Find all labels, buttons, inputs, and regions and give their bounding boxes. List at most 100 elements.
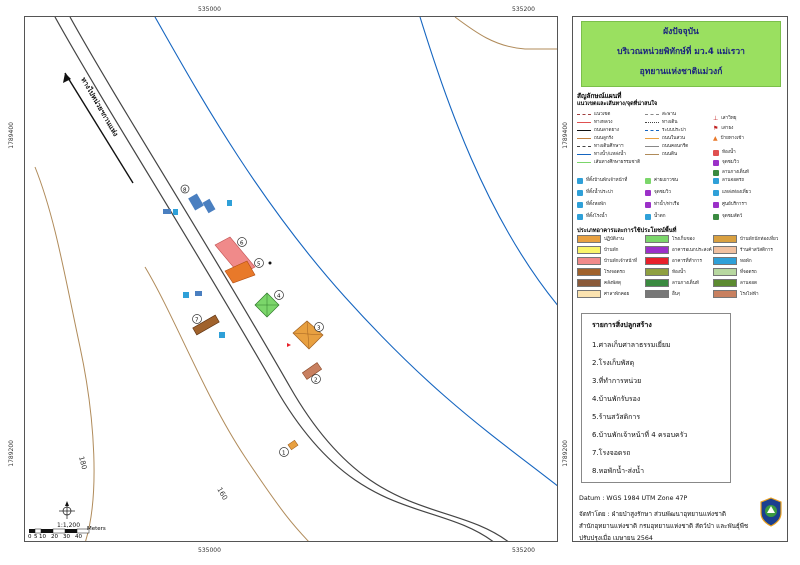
legend-point-item: ที่ตั้งโรงน้ำ bbox=[577, 213, 607, 220]
usage-swatch bbox=[713, 257, 737, 265]
buildings-list-item: 7.โรงจอดรถ bbox=[592, 449, 631, 457]
usage-label: ศาลาพักคอย bbox=[604, 291, 630, 297]
coord-top: 535200 bbox=[512, 6, 535, 13]
viewpoint-icon bbox=[645, 189, 651, 196]
usage-swatch bbox=[577, 279, 601, 287]
map-canvas[interactable]: ทางไปหน่วยฯกานแห่ง 180 160 8 6 5 4 3 2 7… bbox=[25, 17, 558, 542]
usage-label: บ้านพักเจ้าหน้าที่ bbox=[604, 258, 638, 264]
road-edge bbox=[69, 17, 509, 541]
coord-right: 1789400 bbox=[562, 122, 569, 149]
marker-1-label: 1 bbox=[282, 451, 286, 457]
usage-legend-item: คลังพัสดุ bbox=[577, 279, 621, 287]
legend-point-item: ลานจอดรถ bbox=[713, 177, 744, 184]
legend-point-item: จุดชมวิว bbox=[713, 159, 739, 166]
stream-line bbox=[154, 17, 557, 487]
marker-6-label: 6 bbox=[240, 241, 244, 247]
usage-label: หอพัก bbox=[740, 258, 752, 264]
legend-point-item: น้ำตก bbox=[645, 213, 665, 220]
contour-line bbox=[34, 166, 95, 541]
legend-point-item: ศูนย์บริการฯ bbox=[713, 201, 747, 208]
usage-label: โรงไฟฟ้า bbox=[740, 291, 759, 297]
usage-legend-item: ร้านค้าสวัสดิการ bbox=[713, 246, 773, 254]
youth-camp-icon bbox=[645, 177, 651, 184]
usage-label: อื่นๆ bbox=[672, 291, 681, 297]
usage-swatch bbox=[577, 268, 601, 276]
legend-line-item: ถนนลาดยาง bbox=[577, 127, 619, 134]
flag-icon bbox=[287, 343, 291, 347]
coord-right: 1789200 bbox=[562, 440, 569, 467]
building-8-group[interactable]: 8 bbox=[163, 184, 232, 215]
legend-point-item: ⚑ เสาธง bbox=[713, 125, 734, 132]
marker-2-label: 2 bbox=[314, 378, 318, 384]
legend-point-item: ลานกางเต็นท์ bbox=[713, 169, 749, 176]
map-title-box: ผังปัจจุบัน บริเวณหน่วยพิทักษ์ที่ มว.4 แ… bbox=[581, 21, 781, 87]
made-by-text: จัดทำโดย : ฝ่ายป่าสูงรักษา ส่วนพัฒนาอุทย… bbox=[579, 511, 727, 518]
contour-line bbox=[454, 17, 557, 50]
building-7-group[interactable]: 7 bbox=[192, 314, 226, 339]
usage-swatch bbox=[645, 268, 669, 276]
parking-icon bbox=[713, 177, 719, 184]
legend-line-item: ทางหลวง bbox=[577, 119, 613, 126]
legend-line-item: ถนนในสวน bbox=[645, 135, 685, 142]
legend-subsection-title: แนวเขตและเส้นทาง/จุดที่น่าสนใจ bbox=[577, 101, 658, 107]
campsite-icon bbox=[713, 169, 719, 176]
usage-swatch bbox=[577, 290, 601, 298]
building-4-group[interactable]: 4 bbox=[254, 290, 284, 318]
attraction-icon bbox=[713, 189, 719, 196]
dormitory-icon bbox=[577, 201, 583, 208]
buildings-list-item: 2.โรงเก็บพัสดุ bbox=[592, 359, 635, 367]
coord-top: 535000 bbox=[198, 6, 221, 13]
building-2-group[interactable]: 2 bbox=[301, 362, 323, 384]
coord-bottom: 535200 bbox=[512, 547, 535, 554]
legend-point-item: จุดชมสัตว์ bbox=[713, 213, 742, 220]
usage-swatch bbox=[645, 235, 669, 243]
building-8-b[interactable] bbox=[202, 198, 216, 214]
contour-label: 180 bbox=[77, 455, 88, 470]
usage-legend-item: ที่จอดรถ bbox=[713, 268, 757, 276]
pier-icon bbox=[645, 201, 651, 208]
legend-point-item: ที่ตั้งบ้านพักเจ้าหน้าที่ bbox=[577, 177, 627, 184]
coord-left: 1789200 bbox=[8, 440, 15, 467]
usage-legend-item: โรงจอดรถ bbox=[577, 268, 625, 276]
buildings-list-item: 8.หอพักน้ำ-ส่งน้ำ bbox=[592, 467, 644, 475]
legend-line-item: ถนนลูกรัง bbox=[577, 135, 613, 142]
buildings-list-item: 3.ที่ทำการหน่วย bbox=[592, 377, 642, 385]
legend-line-item: ถนนคอนกรีต bbox=[645, 143, 688, 150]
map-frame[interactable]: ทางไปหน่วยฯกานแห่ง 180 160 8 6 5 4 3 2 7… bbox=[24, 16, 558, 542]
tap-icon bbox=[227, 200, 232, 206]
building-8[interactable] bbox=[188, 193, 204, 211]
usage-swatch bbox=[713, 268, 737, 276]
usage-swatch bbox=[713, 290, 737, 298]
map-title-line3: อุทยานแห่งชาติแม่วงก์ bbox=[639, 67, 723, 77]
radio-tower-icon: ⊥ bbox=[713, 115, 719, 122]
buildings-list-item: 5.ร้านสวัสดิการ bbox=[592, 413, 641, 421]
legend-point-item: ที่ตั้งน้ำประปา bbox=[577, 189, 613, 196]
water-house-icon bbox=[577, 213, 583, 220]
small-building bbox=[195, 291, 202, 296]
usage-swatch bbox=[577, 257, 601, 265]
legend-line-item: ระบบประปา bbox=[645, 127, 686, 134]
buildings-list-item: 1.ศาลเก็บศาลาธรรมเยี่ยม bbox=[592, 341, 671, 349]
buildings-list: รายการสิ่งปลูกสร้าง 1.ศาลเก็บศาลาธรรมเยี… bbox=[581, 313, 731, 483]
wildlife-icon bbox=[713, 213, 719, 220]
scale-tick: 40 bbox=[75, 534, 82, 540]
legend-point-item: จุดชมวิว bbox=[645, 189, 671, 196]
legend-point-item: ท่าน้ำ/ท่าเรือ bbox=[645, 201, 679, 208]
usage-legend-item: อื่นๆ bbox=[645, 290, 680, 298]
coord-bottom: 535000 bbox=[198, 547, 221, 554]
usage-legend-item: ลานกางเต็นท์ bbox=[645, 279, 699, 287]
marker-3-label: 3 bbox=[317, 326, 321, 332]
building-1-group[interactable]: 1 bbox=[279, 439, 299, 457]
legend-point-item: ▲ ป้ายทางเข้า bbox=[713, 135, 744, 142]
usage-swatch bbox=[713, 279, 737, 287]
legend-line-item: แนวเขต bbox=[577, 111, 610, 118]
road-edge bbox=[54, 17, 494, 541]
usage-label: โรงเก็บของ bbox=[672, 236, 695, 242]
flag-icon: ⚑ bbox=[713, 125, 719, 132]
legend-panel: ผังปัจจุบัน บริเวณหน่วยพิทักษ์ที่ มว.4 แ… bbox=[572, 16, 788, 542]
building-1[interactable] bbox=[287, 439, 299, 451]
usage-label: โรงจอดรถ bbox=[604, 269, 625, 275]
building-3-group[interactable]: 3 bbox=[287, 320, 324, 350]
small-building bbox=[183, 292, 189, 298]
scale-tick: 0 bbox=[28, 534, 32, 540]
